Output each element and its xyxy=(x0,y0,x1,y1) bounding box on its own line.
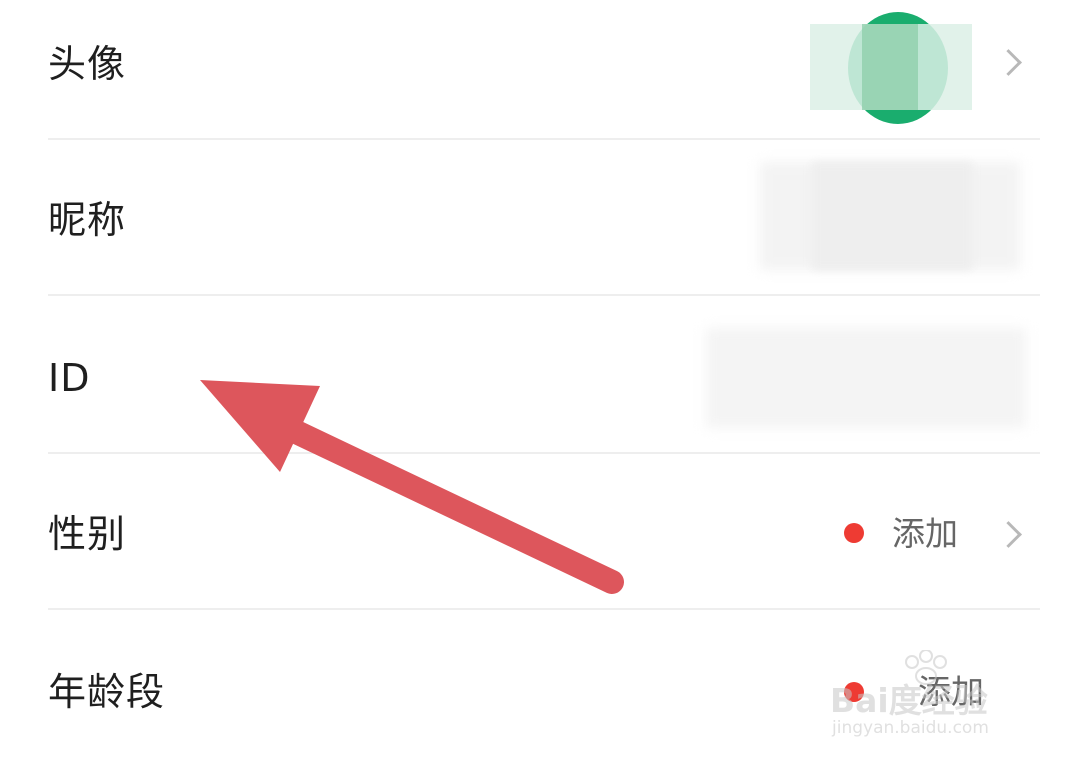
watermark-brand: Bai度经验 xyxy=(830,681,988,720)
baidu-watermark: Bai度经验 jingyan.baidu.com xyxy=(826,650,1036,745)
watermark-url: jingyan.baidu.com xyxy=(832,718,989,738)
